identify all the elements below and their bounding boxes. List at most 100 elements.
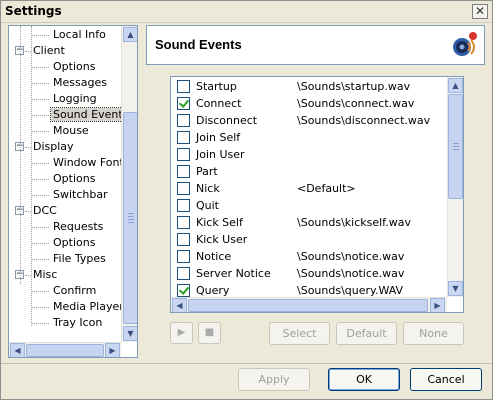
event-row[interactable]: Notice \Sounds\notice.wav [171,248,447,265]
tree-item[interactable]: Switchbar [51,187,110,203]
tree-item-label: Confirm [53,284,97,297]
default-button[interactable]: Default [336,322,397,345]
tree-item[interactable]: Window Fonts [51,155,132,171]
select-button[interactable]: Select [269,322,330,345]
event-sound-file: \Sounds\notice.wav [297,267,405,280]
settings-tree[interactable]: Local Info − Client Options Messages Logging S… [8,25,138,358]
event-checkbox[interactable] [177,284,190,297]
cancel-button[interactable]: Cancel [410,368,482,391]
event-row[interactable]: Join Self [171,129,447,146]
tree-item[interactable]: Media Player [51,299,126,315]
event-row[interactable]: Server Notice \Sounds\notice.wav [171,265,447,282]
event-checkbox[interactable] [177,97,190,110]
tree-item[interactable]: Options [51,59,97,75]
play-button[interactable]: ▶ [170,322,193,344]
tree-item-label: Options [53,172,96,185]
events-scroll-left-button[interactable]: ◀ [172,298,187,312]
tree-horizontal-scrollbar[interactable]: ◀ ▶ [9,342,121,357]
section-header: Sound Events [146,25,485,65]
event-checkbox[interactable] [177,114,190,127]
close-button[interactable]: ✕ [472,4,488,19]
tree-item[interactable]: Mouse [51,123,91,139]
event-row[interactable]: Startup \Sounds\startup.wav [171,78,447,95]
tree-scroll-up-button[interactable]: ▲ [123,27,137,42]
event-row[interactable]: Quit [171,197,447,214]
tree-item[interactable]: Logging [51,91,99,107]
event-checkbox[interactable] [177,216,190,229]
apply-button[interactable]: Apply [238,368,310,391]
tree-item-label: Options [53,236,96,249]
tree-item-label: Messages [53,76,107,89]
events-scroll-right-button[interactable]: ▶ [430,298,445,312]
event-row[interactable]: Kick Self \Sounds\kickself.wav [171,214,447,231]
event-row[interactable]: Kick User [171,231,447,248]
events-horizontal-scrollbar[interactable]: ◀ ▶ [171,297,447,312]
event-row[interactable]: Nick <Default> [171,180,447,197]
event-row[interactable]: Join User [171,146,447,163]
tree-item-label: Mouse [53,124,89,137]
tree-scroll-down-button[interactable]: ▼ [123,326,137,341]
tree-item[interactable]: Tray Icon [51,315,104,331]
event-name: Disconnect [196,114,258,127]
tree-scroll-right-button[interactable]: ▶ [105,343,120,357]
tree-item[interactable]: Display [31,139,76,155]
event-sound-file: \Sounds\query.WAV [297,284,404,297]
event-row[interactable]: Disconnect \Sounds\disconnect.wav [171,112,447,129]
event-sound-file: \Sounds\disconnect.wav [297,114,431,127]
tree-item[interactable]: DCC [31,203,59,219]
event-name: Kick User [196,233,248,246]
events-scroll-up-button[interactable]: ▲ [448,78,463,93]
event-row[interactable]: Connect \Sounds\connect.wav [171,95,447,112]
footer-separator [1,363,492,364]
event-name: Part [196,165,218,178]
event-checkbox[interactable] [177,267,190,280]
tree-item-label: DCC [33,204,57,217]
event-checkbox[interactable] [177,165,190,178]
tree-item[interactable]: Requests [51,219,105,235]
event-checkbox[interactable] [177,80,190,93]
event-row[interactable]: Part [171,163,447,180]
tree-item[interactable]: Messages [51,75,109,91]
event-checkbox[interactable] [177,131,190,144]
event-sound-file: \Sounds\notice.wav [297,250,405,263]
tree-item[interactable]: Misc [31,267,59,283]
event-sound-file: \Sounds\startup.wav [297,80,411,93]
events-vertical-scrollbar[interactable]: ▲ ▼ [447,77,463,297]
tree-item[interactable]: Confirm [51,283,98,299]
tree-item-label: Media Player [53,300,124,313]
event-checkbox[interactable] [177,148,190,161]
tree-item[interactable]: Options [51,171,97,187]
event-checkbox[interactable] [177,250,190,263]
stop-button[interactable]: ■ [198,322,221,344]
event-sound-file: \Sounds\kickself.wav [297,216,411,229]
event-checkbox[interactable] [177,199,190,212]
title-bar: Settings ✕ [1,1,492,23]
ok-button[interactable]: OK [328,368,400,391]
tree-item-label: Client [33,44,65,57]
tree-item-label: Logging [53,92,97,105]
tree-item[interactable]: Sound Events [49,107,132,123]
event-name: Nick [196,182,220,195]
tree-vertical-scrollbar[interactable]: ▲ ▼ [121,26,137,342]
event-name: Quit [196,199,219,212]
event-name: Startup [196,80,237,93]
tree-item[interactable]: Client [31,43,67,59]
events-scroll-thumb[interactable] [448,94,463,199]
event-name: Kick Self [196,216,243,229]
event-checkbox[interactable] [177,182,190,195]
events-hscroll-thumb[interactable] [188,299,428,312]
event-name: Connect [196,97,242,110]
tree-item-label: Display [33,140,74,153]
tree-scroll-thumb[interactable] [123,112,137,324]
tree-item[interactable]: Options [51,235,97,251]
tree-item[interactable]: File Types [51,251,108,267]
sound-events-list[interactable]: Startup \Sounds\startup.wav Connect \Sounds… [170,76,464,313]
speaker-sound-icon [453,32,477,56]
event-checkbox[interactable] [177,233,190,246]
none-button[interactable]: None [403,322,464,345]
events-scroll-down-button[interactable]: ▼ [448,281,463,296]
tree-item[interactable]: Local Info [51,27,108,43]
tree-hscroll-thumb[interactable] [26,344,104,357]
tree-item-label: Options [53,60,96,73]
tree-scroll-left-button[interactable]: ◀ [10,343,25,357]
